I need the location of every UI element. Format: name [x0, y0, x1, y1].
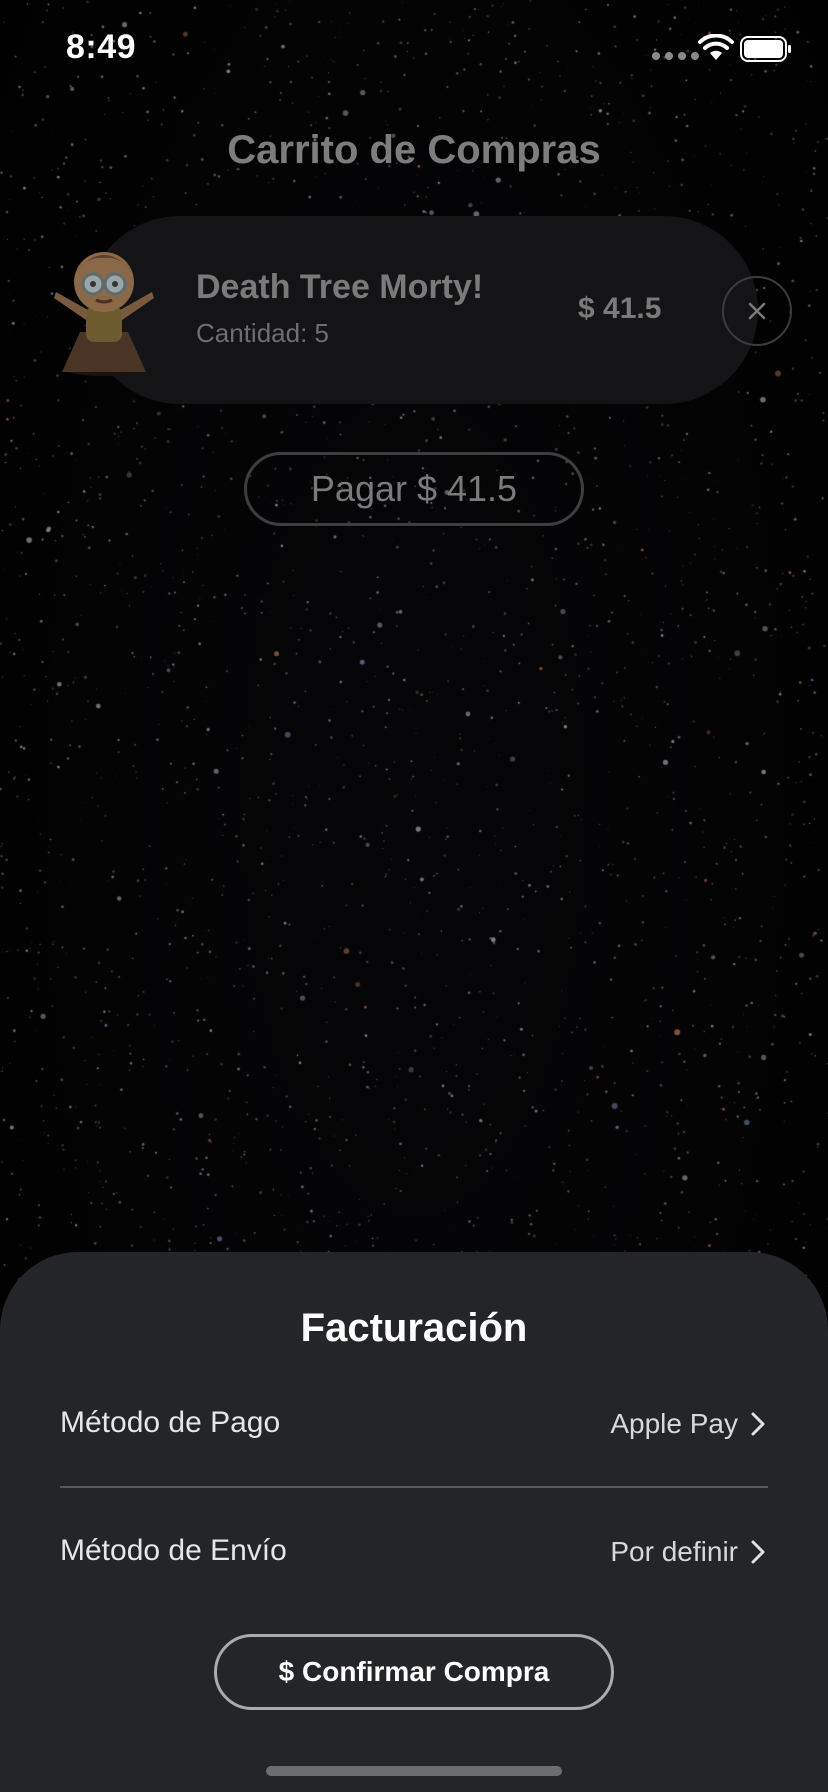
shipping-method-value: Por definir — [610, 1536, 738, 1567]
item-price: $ 41.5 — [578, 292, 662, 325]
item-name: Death Tree Morty! — [196, 268, 484, 306]
page-title: Carrito de Compras — [227, 128, 601, 172]
wifi-icon — [698, 34, 734, 60]
sheet-title: Facturación — [300, 1306, 528, 1350]
product-image — [54, 252, 154, 376]
payment-method-label: Método de Pago — [60, 1406, 281, 1439]
payment-method-value: Apple Pay — [610, 1408, 738, 1439]
shipping-method-label: Método de Envío — [60, 1534, 287, 1567]
pay-button[interactable]: Pagar $ 41.5 — [244, 452, 584, 526]
status-bar: 8:49 — [0, 0, 828, 100]
item-quantity: Cantidad: 5 — [196, 318, 329, 348]
cart-screen: 8:49 Carrito de Compras Death Tree Morty… — [0, 0, 828, 1792]
home-indicator[interactable] — [266, 1766, 562, 1776]
close-icon — [748, 302, 766, 320]
chevron-right-icon — [751, 1412, 765, 1436]
remove-item-button[interactable] — [722, 276, 792, 346]
divider — [60, 1486, 768, 1488]
battery-icon — [740, 36, 791, 62]
chevron-right-icon — [751, 1540, 765, 1564]
confirm-purchase-button[interactable]: $ Confirmar Compra — [214, 1634, 614, 1710]
status-time: 8:49 — [66, 28, 137, 66]
signal-icon — [652, 52, 704, 60]
billing-sheet: Facturación Método de Pago Apple Pay Mét… — [0, 1252, 828, 1792]
